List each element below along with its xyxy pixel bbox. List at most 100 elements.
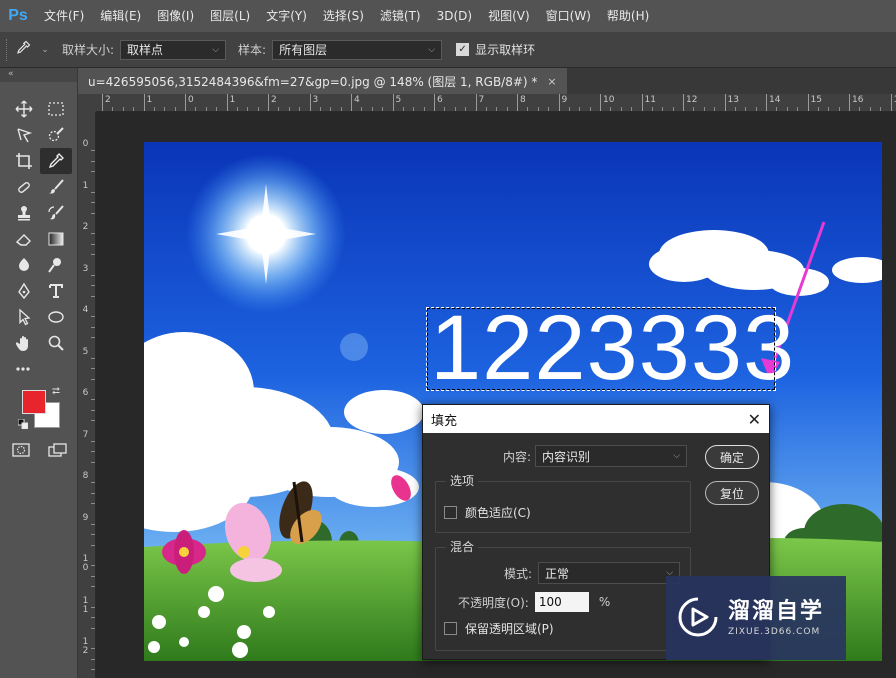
show-ring-checkbox[interactable]: ✓: [456, 43, 470, 56]
default-colors-icon[interactable]: [17, 418, 29, 430]
horizontal-ruler[interactable]: 2101234567891011121314151617: [96, 94, 896, 112]
ruler-minor-tick: [91, 544, 95, 546]
reset-button[interactable]: 复位: [705, 481, 759, 505]
dodge-tool-icon[interactable]: [40, 252, 72, 278]
document-tab[interactable]: u=426595056,3152484396&fm=27&gp=0.jpg @ …: [78, 68, 567, 94]
ruler-minor-tick: [91, 254, 95, 256]
menu-edit[interactable]: 编辑(E): [92, 0, 149, 32]
healing-brush-tool-icon[interactable]: [8, 174, 40, 200]
move-tool-icon[interactable]: [8, 96, 40, 122]
tool-preset-picker[interactable]: ⌄: [12, 40, 52, 59]
menu-image[interactable]: 图像(I): [149, 0, 202, 32]
ruler-minor-tick: [91, 357, 95, 359]
mode-value: 正常: [545, 566, 570, 581]
ruler-major-tick: [226, 94, 228, 111]
menu-filter[interactable]: 滤镜(T): [372, 0, 429, 32]
brush-tool-icon[interactable]: [40, 174, 72, 200]
quick-select-tool-icon[interactable]: [40, 122, 72, 148]
ruler-top-label: 15: [810, 95, 822, 105]
eraser-tool-icon[interactable]: [8, 226, 40, 252]
options-bar: ⌄ 取样大小: 取样点 ⌵ 样本: 所有图层 ⌵ ✓ 显示取样环: [0, 32, 896, 68]
type-tool-icon[interactable]: [40, 278, 72, 304]
color-adapt-row[interactable]: 颜色适应(C): [444, 504, 531, 521]
close-tab-icon[interactable]: ×: [547, 75, 556, 88]
ruler-minor-tick: [693, 107, 695, 111]
ruler-minor-tick: [319, 107, 321, 111]
ruler-major-tick: [268, 94, 269, 111]
lasso-tool-icon[interactable]: [8, 122, 40, 148]
preserve-transparency-label: 保留透明区域(P): [465, 622, 554, 636]
ruler-minor-tick: [112, 107, 114, 111]
ruler-left-label: 11: [82, 595, 89, 615]
history-brush-tool-icon[interactable]: [40, 200, 72, 226]
path-select-tool-icon[interactable]: [8, 304, 40, 330]
ruler-minor-tick: [413, 107, 415, 111]
marquee-selection: [426, 307, 776, 391]
show-sampling-ring-toggle[interactable]: ✓ 显示取样环: [456, 41, 535, 58]
menu-view[interactable]: 视图(V): [480, 0, 538, 32]
menu-select[interactable]: 选择(S): [315, 0, 372, 32]
gradient-tool-icon[interactable]: [40, 226, 72, 252]
tools-panel: « ⮂: [0, 68, 78, 678]
menu-help[interactable]: 帮助(H): [599, 0, 657, 32]
quick-mask-icon[interactable]: [12, 442, 30, 461]
screen-mode-icon[interactable]: [48, 442, 68, 461]
ruler-minor-tick: [91, 503, 95, 505]
ruler-minor-tick: [91, 409, 95, 411]
preserve-row[interactable]: 保留透明区域(P): [444, 620, 554, 637]
ruler-minor-tick: [91, 399, 95, 401]
menu-window[interactable]: 窗口(W): [538, 0, 599, 32]
color-adapt-checkbox[interactable]: [444, 506, 457, 519]
ruler-minor-tick: [91, 461, 95, 463]
content-select[interactable]: 内容识别 ⌵: [535, 445, 688, 467]
vertical-ruler[interactable]: 0123456789101112: [78, 112, 96, 678]
blur-tool-icon[interactable]: [8, 252, 40, 278]
ruler-minor-tick: [880, 107, 882, 111]
pen-tool-icon[interactable]: [8, 278, 40, 304]
ruler-minor-tick: [91, 648, 95, 650]
marquee-tool-icon[interactable]: [40, 96, 72, 122]
ruler-major-tick: [185, 94, 186, 111]
sample-size-select[interactable]: 取样点 ⌵: [120, 39, 227, 60]
dialog-titlebar[interactable]: 填充 ✕: [423, 405, 769, 433]
more-tools-icon[interactable]: [8, 356, 40, 382]
menu-type[interactable]: 文字(Y): [258, 0, 315, 32]
options-group: 选项 颜色适应(C): [435, 472, 691, 533]
foreground-color-swatch[interactable]: [22, 390, 46, 414]
ruler-minor-tick: [537, 107, 539, 111]
ruler-minor-tick: [496, 107, 498, 111]
ruler-minor-tick: [91, 150, 95, 152]
collapse-panel-icon[interactable]: «: [0, 68, 77, 82]
ruler-minor-tick: [236, 107, 238, 111]
blend-group: 混合 模式: 正常 ⌵ 不透明度(O): 100 % 保留透明区域(P): [435, 538, 691, 651]
eyedropper-icon: [15, 40, 31, 59]
close-icon[interactable]: ✕: [748, 410, 761, 429]
preserve-transparency-checkbox[interactable]: [444, 622, 457, 635]
menu-file[interactable]: 文件(F): [36, 0, 92, 32]
menu-3d[interactable]: 3D(D): [429, 0, 480, 32]
ruler-minor-tick: [91, 378, 95, 380]
mode-select[interactable]: 正常 ⌵: [538, 562, 681, 584]
menu-layer[interactable]: 图层(L): [202, 0, 258, 32]
zoom-tool-icon[interactable]: [40, 330, 72, 356]
eyedropper-tool-icon[interactable]: [40, 148, 72, 174]
hand-tool-icon[interactable]: [8, 330, 40, 356]
ruler-minor-tick: [786, 107, 788, 111]
ok-button[interactable]: 确定: [705, 445, 759, 469]
ruler-top-label: 4: [354, 95, 360, 105]
ellipse-tool-icon[interactable]: [40, 304, 72, 330]
ruler-minor-tick: [91, 212, 95, 214]
swap-colors-icon[interactable]: ⮂: [52, 386, 60, 397]
ruler-minor-tick: [340, 107, 342, 111]
ruler-minor-tick: [423, 107, 425, 111]
clone-stamp-tool-icon[interactable]: [8, 200, 40, 226]
ruler-minor-tick: [568, 107, 570, 111]
ruler-minor-tick: [91, 295, 95, 297]
ruler-origin[interactable]: [78, 94, 96, 112]
ruler-left-label: 1: [82, 180, 89, 191]
chevron-down-icon: ⌄: [41, 44, 49, 55]
ruler-left-label: 4: [82, 305, 89, 315]
sample-select[interactable]: 所有图层 ⌵: [272, 39, 443, 60]
opacity-input[interactable]: 100: [534, 592, 589, 612]
crop-tool-icon[interactable]: [8, 148, 40, 174]
